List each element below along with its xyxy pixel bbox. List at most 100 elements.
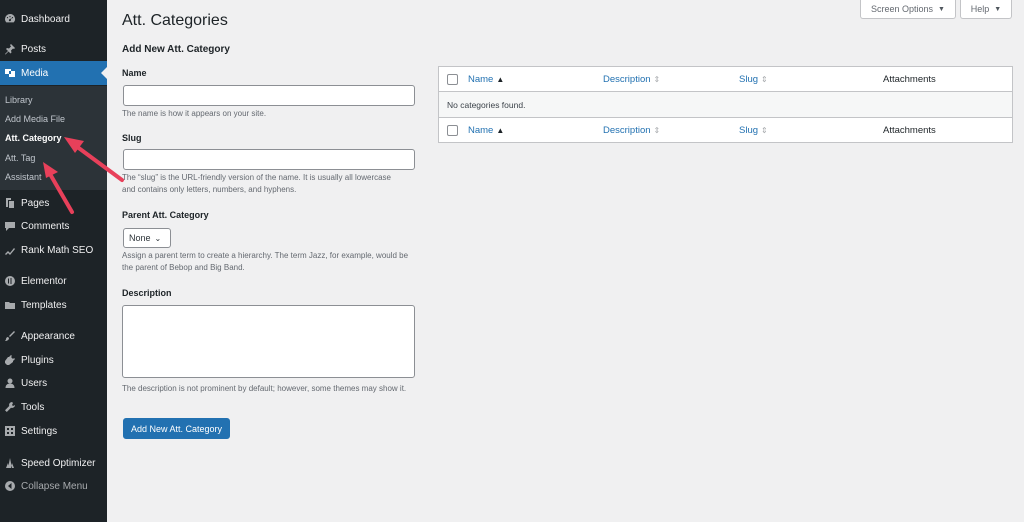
column-slug[interactable]: Slug ⇕ bbox=[739, 125, 768, 136]
speed-icon bbox=[4, 457, 16, 469]
column-label: Slug bbox=[739, 124, 759, 136]
elementor-icon bbox=[4, 275, 16, 287]
admin-sidebar: Dashboard Posts Media Library Add Media … bbox=[0, 0, 107, 522]
menu-label: Elementor bbox=[21, 275, 67, 287]
submenu-assistant[interactable]: Assistant bbox=[5, 172, 42, 182]
form-heading: Add New Att. Category bbox=[122, 44, 230, 55]
column-label: Attachments bbox=[883, 124, 936, 136]
menu-item-plugins[interactable]: Plugins bbox=[0, 349, 107, 371]
menu-item-elementor[interactable]: Elementor bbox=[0, 270, 107, 292]
sort-icon: ▲ bbox=[496, 125, 505, 135]
menu-label: Speed Optimizer bbox=[21, 457, 96, 469]
menu-item-media[interactable]: Media bbox=[0, 61, 107, 85]
description-label: Description bbox=[122, 288, 172, 298]
description-help: The description is not prominent by defa… bbox=[122, 384, 407, 393]
sort-icon: ⇕ bbox=[653, 74, 661, 84]
column-label: Name bbox=[468, 124, 494, 136]
slug-help: The “slug” is the URL-friendly version o… bbox=[122, 173, 391, 194]
table-empty-row: No categories found. bbox=[439, 92, 1012, 117]
name-input[interactable] bbox=[123, 85, 415, 106]
column-attachments: Attachments bbox=[883, 125, 936, 136]
submenu-add-media-file[interactable]: Add Media File bbox=[5, 114, 65, 124]
help-label: Help bbox=[970, 4, 990, 14]
column-label: Name bbox=[468, 73, 494, 85]
help-button[interactable]: Help ▼ bbox=[960, 0, 1012, 19]
settings-icon bbox=[4, 425, 16, 437]
page-icon bbox=[4, 197, 16, 209]
submenu-att-tag[interactable]: Att. Tag bbox=[5, 153, 35, 163]
screen-options-button[interactable]: Screen Options ▼ bbox=[860, 0, 956, 19]
caret-down-icon: ▼ bbox=[994, 5, 1002, 13]
collapse-icon bbox=[4, 480, 16, 492]
menu-item-templates[interactable]: Templates bbox=[0, 294, 107, 316]
menu-label: Rank Math SEO bbox=[21, 244, 94, 256]
menu-item-speed-optimizer[interactable]: Speed Optimizer bbox=[0, 452, 107, 474]
column-name[interactable]: Name ▲ bbox=[468, 74, 504, 85]
column-attachments: Attachments bbox=[883, 74, 936, 85]
slug-label: Slug bbox=[122, 133, 142, 143]
select-all-checkbox-footer[interactable] bbox=[447, 124, 458, 136]
menu-label: Users bbox=[21, 377, 48, 389]
pin-icon bbox=[4, 43, 16, 55]
parent-select[interactable]: None ⌄ bbox=[123, 228, 171, 248]
column-label: Description bbox=[603, 73, 651, 85]
menu-label: Plugins bbox=[21, 354, 54, 366]
menu-label: Dashboard bbox=[21, 13, 70, 25]
comment-icon bbox=[4, 220, 16, 232]
menu-item-rank-math-seo[interactable]: Rank Math SEO bbox=[0, 239, 107, 261]
column-label: Description bbox=[603, 124, 651, 136]
column-label: Attachments bbox=[883, 73, 936, 85]
name-label: Name bbox=[122, 68, 147, 78]
menu-item-dashboard[interactable]: Dashboard bbox=[0, 8, 107, 30]
description-textarea[interactable] bbox=[122, 305, 415, 378]
collapse-menu-button[interactable]: Collapse Menu bbox=[0, 475, 107, 497]
menu-item-settings[interactable]: Settings bbox=[0, 420, 107, 442]
menu-label: Collapse Menu bbox=[21, 480, 88, 492]
column-slug[interactable]: Slug ⇕ bbox=[739, 74, 768, 85]
select-all-checkbox[interactable] bbox=[447, 73, 458, 85]
menu-label: Media bbox=[21, 67, 49, 79]
sort-icon: ⇕ bbox=[761, 74, 768, 84]
menu-item-comments[interactable]: Comments bbox=[0, 215, 107, 237]
chevron-down-icon: ⌄ bbox=[154, 233, 162, 243]
menu-label: Pages bbox=[21, 197, 50, 209]
menu-label: Appearance bbox=[21, 330, 75, 342]
name-help: The name is how it appears on your site. bbox=[122, 109, 267, 118]
parent-help: Assign a parent term to create a hierarc… bbox=[122, 251, 409, 272]
column-description[interactable]: Description ⇕ bbox=[603, 74, 660, 85]
media-submenu: Library Add Media File Att. Category Att… bbox=[0, 86, 107, 190]
parent-label: Parent Att. Category bbox=[122, 210, 209, 220]
wrench-icon bbox=[4, 401, 16, 413]
menu-item-pages[interactable]: Pages bbox=[0, 192, 107, 214]
media-icon bbox=[4, 67, 16, 79]
menu-item-appearance[interactable]: Appearance bbox=[0, 325, 107, 347]
folder-icon bbox=[4, 299, 16, 311]
column-label: Slug bbox=[739, 73, 759, 85]
screen-options-label: Screen Options bbox=[871, 4, 934, 14]
categories-table: Name ▲ Description ⇕ Slug ⇕ Attachments No … bbox=[438, 66, 1013, 143]
brush-icon bbox=[4, 330, 16, 342]
slug-input[interactable] bbox=[123, 149, 415, 170]
menu-label: Tools bbox=[21, 401, 45, 413]
sort-icon: ⇕ bbox=[761, 125, 768, 135]
menu-item-tools[interactable]: Tools bbox=[0, 396, 107, 418]
empty-message: No categories found. bbox=[447, 99, 526, 110]
submenu-library[interactable]: Library bbox=[5, 95, 33, 105]
column-name[interactable]: Name ▲ bbox=[468, 125, 504, 136]
sort-icon: ⇕ bbox=[653, 125, 661, 135]
menu-label: Settings bbox=[21, 425, 58, 437]
menu-item-posts[interactable]: Posts bbox=[0, 38, 107, 60]
menu-label: Comments bbox=[21, 220, 70, 232]
add-new-category-button[interactable]: Add New Att. Category bbox=[123, 418, 230, 439]
submenu-att-category[interactable]: Att. Category bbox=[5, 133, 62, 143]
sort-icon: ▲ bbox=[496, 74, 505, 84]
menu-item-users[interactable]: Users bbox=[0, 372, 107, 394]
column-description[interactable]: Description ⇕ bbox=[603, 125, 660, 136]
menu-label: Posts bbox=[21, 43, 47, 55]
parent-select-value: None bbox=[129, 233, 151, 243]
table-footer-row: Name ▲ Description ⇕ Slug ⇕ Attachments bbox=[439, 117, 1012, 142]
menu-label: Templates bbox=[21, 299, 67, 311]
plug-icon bbox=[4, 354, 16, 366]
page-title: Att. Categories bbox=[122, 12, 228, 29]
caret-down-icon: ▼ bbox=[938, 5, 945, 13]
